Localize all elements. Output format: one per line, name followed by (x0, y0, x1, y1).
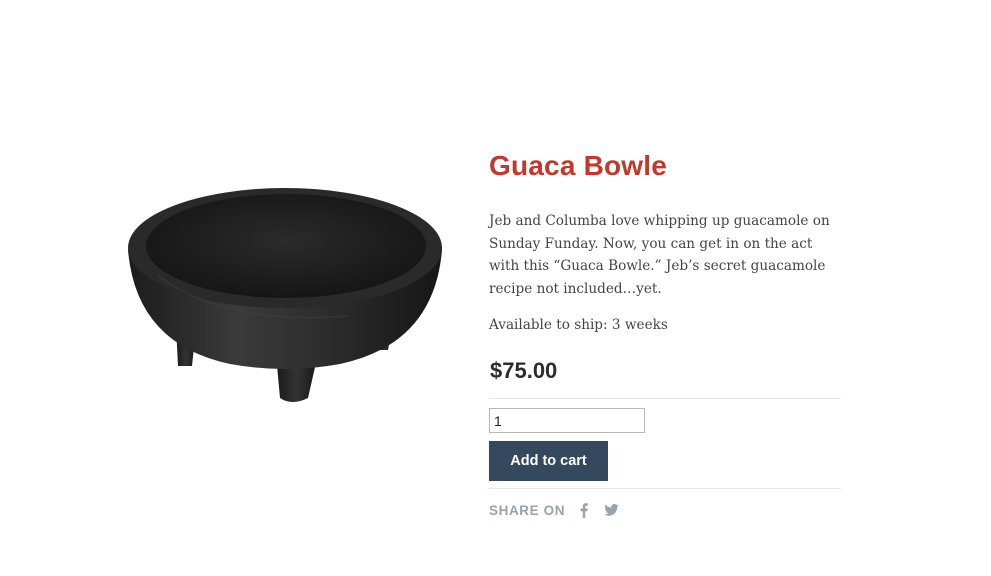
product-image (118, 176, 450, 412)
product-price: $75.00 (490, 358, 558, 383)
facebook-icon[interactable] (579, 502, 589, 518)
twitter-icon[interactable] (603, 503, 619, 517)
product-description: Jeb and Columba love whipping up guacamo… (489, 213, 830, 297)
bowl-image (128, 188, 442, 402)
share-bar: SHARE ON (489, 500, 619, 520)
share-label: SHARE ON (489, 502, 566, 518)
divider (489, 488, 841, 489)
bowl-interior (146, 194, 426, 298)
quantity-input[interactable] (489, 408, 645, 433)
availability-text: Available to ship: 3 weeks (489, 317, 668, 333)
divider (489, 398, 841, 399)
add-to-cart-button[interactable]: Add to cart (489, 441, 608, 481)
product-title: Guaca Bowle (489, 150, 668, 181)
